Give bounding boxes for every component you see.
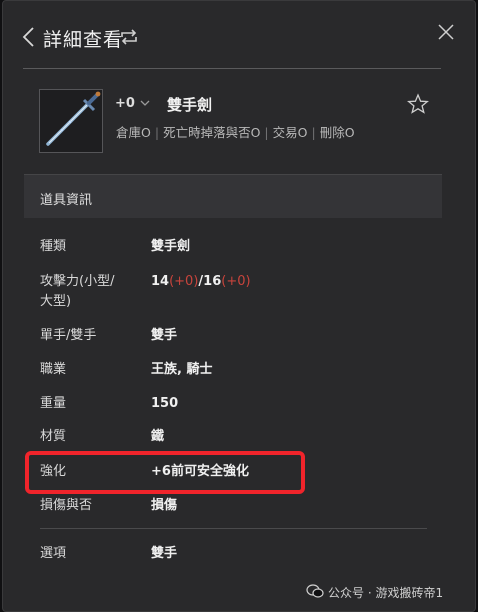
row-value: 150 [151, 396, 179, 411]
attack-large-bonus: (+0) [221, 274, 251, 289]
item-name: 雙手劍 [167, 96, 213, 114]
chevron-down-icon[interactable] [139, 97, 151, 109]
wechat-icon [306, 584, 324, 598]
close-icon[interactable] [437, 23, 455, 41]
flag-trade: 交易O [272, 125, 308, 140]
page-title: 詳細查看 [43, 29, 124, 51]
star-outline-icon[interactable] [407, 93, 429, 115]
attack-small-bonus: (+0) [169, 274, 199, 289]
row-value: 鐵 [151, 429, 165, 444]
item-flags: 倉庫O | 死亡時掉落與否O | 交易O | 刪除O [116, 125, 355, 140]
section-header: 道具資訊 [24, 174, 442, 218]
row-label: 選項 [40, 546, 67, 561]
flag-drop-on-death: 死亡時掉落與否O [163, 125, 261, 140]
attack-large: 16 [203, 274, 222, 289]
row-label: 單手/雙手 [40, 328, 97, 343]
row-label: 材質 [40, 429, 67, 444]
row-value: 雙手 [151, 546, 178, 561]
row-value: 損傷 [151, 498, 178, 513]
two-handed-sword-icon [46, 91, 101, 146]
row-value: 14(+0)/16(+0) [151, 272, 251, 292]
item-icon [39, 89, 103, 153]
flag-delete: 刪除O [319, 125, 355, 140]
header: 詳細查看 [3, 1, 475, 69]
row-label: 職業 [40, 362, 67, 377]
attack-small: 14 [151, 274, 170, 289]
header-divider [23, 68, 441, 69]
row-value: 雙手劍 [151, 239, 191, 254]
row-label: 種類 [40, 239, 67, 254]
refresh-icon[interactable] [119, 28, 139, 46]
enhance-level: +0 [115, 96, 135, 111]
row-label-line2: 大型) [40, 294, 72, 309]
row-label: 損傷與否 [40, 498, 93, 513]
row-value: 雙手 [151, 328, 178, 343]
section-title: 道具資訊 [40, 193, 93, 208]
divider [40, 528, 427, 529]
row-value: 王族, 騎士 [151, 362, 213, 377]
item-detail-panel: 詳細查看 +0 雙手劍 倉庫O | 死亡時掉落與否O | 交易O | 刪除O 道… [2, 0, 476, 612]
row-label: 攻擊力(小型/ 大型) [40, 272, 150, 312]
chevron-left-icon[interactable] [21, 25, 37, 49]
row-label-line1: 攻擊力(小型/ [40, 274, 115, 289]
row-label: 重量 [40, 396, 67, 411]
flag-storage: 倉庫O [116, 125, 151, 140]
watermark-text: 公众号 · 游戏搬砖帝1 [328, 586, 444, 600]
highlight-box [25, 451, 305, 494]
